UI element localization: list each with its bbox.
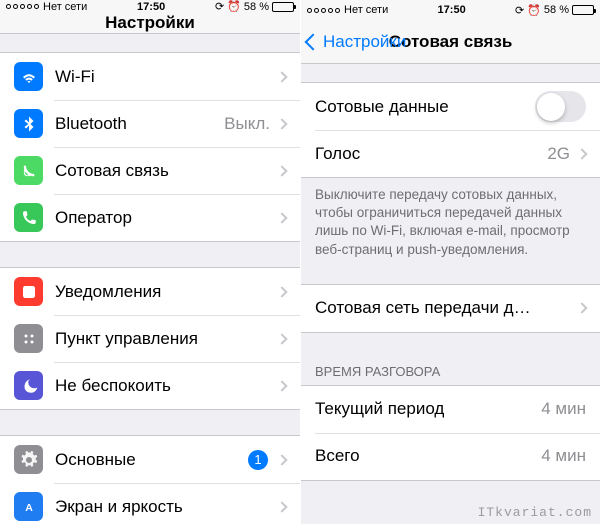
chevron-right-icon <box>276 165 287 176</box>
signal-icon <box>307 8 340 13</box>
display-label: Экран и яркость <box>55 497 278 517</box>
cellular-data-label: Сотовые данные <box>315 97 535 117</box>
badge-count: 1 <box>248 450 268 470</box>
general-label: Основные <box>55 450 248 470</box>
alarm-icon: ⏰ <box>227 0 241 13</box>
dnd-label: Не беспокоить <box>55 376 278 396</box>
wifi-label: Wi-Fi <box>55 67 278 87</box>
voice-label: Голос <box>315 144 547 164</box>
notifications-label: Уведомления <box>55 282 278 302</box>
section-header-call-time: ВРЕМЯ РАЗГОВОРА <box>301 358 600 385</box>
battery-pct: 58 % <box>544 4 569 16</box>
chevron-right-icon <box>276 501 287 512</box>
row-total[interactable]: Всего 4 мин <box>301 433 600 480</box>
battery-pct: 58 % <box>244 1 269 13</box>
carrier-text: Нет сети <box>43 1 87 13</box>
rotation-lock-icon: ⟳ <box>515 4 524 17</box>
chevron-right-icon <box>576 303 587 314</box>
explanatory-text: Выключите передачу сотовых данных, чтобы… <box>301 178 600 259</box>
chevron-right-icon <box>276 333 287 344</box>
clock: 17:50 <box>137 1 165 13</box>
cellular-screen: Нет сети 17:50 ⟳ ⏰ 58 % Настройки Сотова… <box>300 0 600 524</box>
total-label: Всего <box>315 446 541 466</box>
row-bluetooth[interactable]: Bluetooth Выкл. <box>0 100 300 147</box>
battery-icon <box>272 2 294 12</box>
row-cellular-data[interactable]: Сотовые данные <box>301 83 600 130</box>
chevron-right-icon <box>276 380 287 391</box>
current-period-label: Текущий период <box>315 399 541 419</box>
display-icon: A <box>14 492 43 521</box>
voice-value: 2G <box>547 144 570 164</box>
cellular-data-toggle[interactable] <box>535 91 586 122</box>
battery-icon <box>572 5 594 15</box>
watermark: ITkvariat.com <box>478 505 592 520</box>
back-label: Настройки <box>323 32 406 52</box>
bluetooth-label: Bluetooth <box>55 114 224 134</box>
chevron-right-icon <box>276 118 287 129</box>
carrier-label: Оператор <box>55 208 278 228</box>
phone-icon <box>14 203 43 232</box>
chevron-right-icon <box>276 212 287 223</box>
bluetooth-icon <box>14 109 43 138</box>
alarm-icon: ⏰ <box>527 4 541 17</box>
svg-text:A: A <box>25 501 33 513</box>
row-general[interactable]: Основные 1 <box>0 436 300 483</box>
control-center-icon <box>14 324 43 353</box>
page-title: Настройки <box>105 13 195 33</box>
row-control-center[interactable]: Пункт управления <box>0 315 300 362</box>
row-cellular-network[interactable]: Сотовая сеть передачи д… <box>301 285 600 332</box>
chevron-right-icon <box>576 148 587 159</box>
gear-icon <box>14 445 43 474</box>
total-value: 4 мин <box>541 446 586 466</box>
row-display[interactable]: A Экран и яркость <box>0 483 300 524</box>
settings-screen: Нет сети 17:50 ⟳ ⏰ 58 % Настройки Wi-Fi <box>0 0 300 524</box>
cellular-label: Сотовая связь <box>55 161 278 181</box>
row-current-period[interactable]: Текущий период 4 мин <box>301 386 600 433</box>
chevron-right-icon <box>276 71 287 82</box>
chevron-left-icon <box>305 33 322 50</box>
bluetooth-value: Выкл. <box>224 114 270 134</box>
back-button[interactable]: Настройки <box>307 32 406 52</box>
row-cellular[interactable]: Сотовая связь <box>0 147 300 194</box>
wifi-icon <box>14 62 43 91</box>
signal-icon <box>6 4 39 9</box>
row-wifi[interactable]: Wi-Fi <box>0 53 300 100</box>
status-bar: Нет сети 17:50 ⟳ ⏰ 58 % <box>301 0 600 20</box>
cellular-icon <box>14 156 43 185</box>
carrier-text: Нет сети <box>344 4 388 16</box>
status-bar: Нет сети 17:50 ⟳ ⏰ 58 % <box>0 0 300 13</box>
chevron-right-icon <box>276 454 287 465</box>
moon-icon <box>14 371 43 400</box>
rotation-lock-icon: ⟳ <box>215 0 224 13</box>
row-carrier[interactable]: Оператор <box>0 194 300 241</box>
row-dnd[interactable]: Не беспокоить <box>0 362 300 409</box>
notifications-icon <box>14 277 43 306</box>
nav-header: Настройки <box>0 13 300 34</box>
current-period-value: 4 мин <box>541 399 586 419</box>
control-center-label: Пункт управления <box>55 329 278 349</box>
chevron-right-icon <box>276 286 287 297</box>
row-notifications[interactable]: Уведомления <box>0 268 300 315</box>
cellular-network-label: Сотовая сеть передачи д… <box>315 298 578 318</box>
nav-header: Настройки Сотовая связь <box>301 20 600 64</box>
page-title: Сотовая связь <box>389 32 513 52</box>
clock: 17:50 <box>438 4 466 16</box>
row-voice[interactable]: Голос 2G <box>301 130 600 177</box>
